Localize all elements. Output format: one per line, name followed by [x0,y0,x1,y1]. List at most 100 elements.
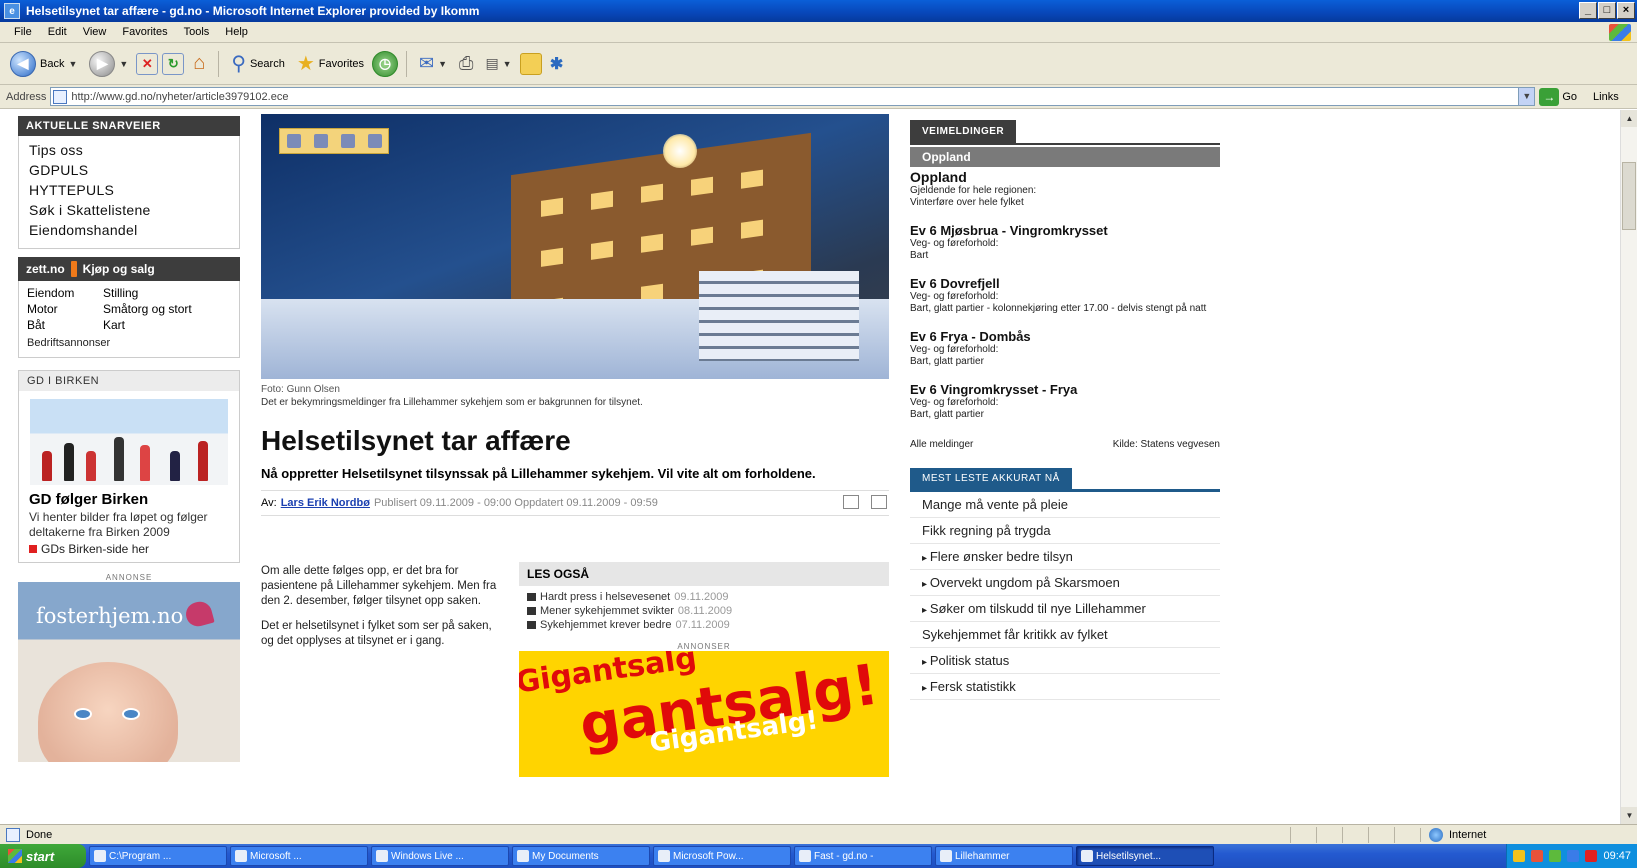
stairs [699,271,859,361]
vertical-scrollbar[interactable]: ▲ ▼ [1620,110,1637,824]
edit-button[interactable]: ▤ ▼ [481,53,515,74]
zett-link[interactable]: Motor [27,301,103,317]
news-link[interactable]: Politisk status [910,648,1220,674]
gd-birken-text: Vi henter bilder fra løpet og følger del… [29,510,208,539]
ie-icon [799,850,811,862]
email-article-icon[interactable] [843,495,859,509]
mail-icon: ✉ [419,53,435,73]
tray-icon[interactable] [1585,850,1598,862]
app-icon [658,850,670,862]
scroll-up-icon[interactable]: ▲ [1621,110,1637,127]
gd-birken-box: GD I BIRKEN GD følger Birken Vi henter b… [18,370,240,563]
menu-edit[interactable]: Edit [40,26,75,38]
favorites-button[interactable]: ★ Favorites [293,49,368,78]
system-tray: 09:47 [1506,844,1637,868]
links-button[interactable]: Links [1593,91,1619,103]
gd-birken-link[interactable]: GDs Birken-side her [19,542,239,556]
folder-icon[interactable] [519,52,542,75]
maximize-button[interactable]: □ [1598,2,1616,19]
quick-link[interactable]: Tips oss [29,140,229,160]
menu-view[interactable]: View [75,26,115,38]
taskbar-button[interactable]: My Documents [512,846,650,866]
scroll-thumb[interactable] [1622,162,1636,230]
scroll-down-icon[interactable]: ▼ [1621,807,1637,824]
tray-icon[interactable] [1513,850,1526,862]
chevron-down-icon[interactable]: ▼ [1518,88,1535,105]
news-link[interactable]: Flere ønsker bedre tilsyn [910,544,1220,570]
app-icon [94,850,106,862]
tab-underline [910,143,1220,145]
refresh-icon[interactable]: ↻ [162,52,185,75]
fosterhjem-ad[interactable]: fosterhjem.no [18,582,240,762]
news-link[interactable]: Fikk regning på trygda [910,518,1220,544]
start-button[interactable]: start [0,844,86,868]
save-icon[interactable] [286,134,301,148]
read-also-link[interactable]: Sykehjemmet krever bedre 07.11.2009 [519,618,889,632]
gd-birken-title[interactable]: GD følger Birken [19,491,239,508]
zett-logo[interactable]: zett.no [26,262,65,276]
news-link[interactable]: Mange må vente på pleie [910,492,1220,518]
quick-link[interactable]: Eiendomshandel [29,220,229,240]
quick-link[interactable]: Søk i Skattelistene [29,200,229,220]
read-also-link[interactable]: Hardt press i helsevesenet 09.11.2009 [519,590,889,604]
news-link[interactable]: Fersk statistikk [910,674,1220,700]
taskbar-button[interactable]: Microsoft ... [230,846,368,866]
forward-arrow-icon: ▶ [89,50,116,77]
share-icon[interactable] [340,134,355,148]
address-bar: Address http://www.gd.no/nyheter/article… [0,85,1637,109]
zett-link[interactable]: Småtorg og stort [103,301,231,317]
mail-button[interactable]: ✉ ▼ [415,51,451,76]
security-zone: Internet [1420,827,1486,842]
search-button[interactable]: ⚲ Search [227,49,289,78]
address-input[interactable]: http://www.gd.no/nyheter/article3979102.… [50,87,1536,106]
gd-birken-photo[interactable] [30,399,228,485]
road-reports-tab[interactable]: VEIMELDINGER [910,120,1017,143]
tray-icon[interactable] [1549,850,1562,862]
zett-link[interactable]: Stilling [103,285,231,301]
taskbar-button-active[interactable]: Helsetilsynet... [1076,846,1214,866]
chevron-down-icon: ▼ [119,58,129,69]
research-icon[interactable]: ✱ [546,53,568,75]
print-article-icon[interactable] [871,495,887,509]
gigantsalg-ad[interactable]: Gigantsalg gantsalg! Gigantsalg! [519,651,889,777]
quick-link[interactable]: HYTTEPULS [29,180,229,200]
news-link[interactable]: Overvekt ungdom på Skarsmoen [910,570,1220,596]
taskbar-button[interactable]: Windows Live ... [371,846,509,866]
road-title: Ev 6 Fryа - Dombås [910,329,1031,344]
taskbar-button[interactable]: Fast - gd.no - [794,846,932,866]
fosterhjem-logo: fosterhjem.no [36,604,184,628]
menu-tools[interactable]: Tools [176,26,218,38]
forward-button[interactable]: ▶ ▼ [85,49,132,79]
print-button[interactable]: ⎙ [455,51,477,76]
zett-bottom-link[interactable]: Bedriftsannonser [19,333,239,357]
news-link[interactable]: Sykehjemmet får kritikk av fylket [910,622,1220,648]
tray-icon[interactable] [1567,850,1580,862]
taskbar-button[interactable]: C:\Program ... [89,846,227,866]
ie-icon: e [4,3,20,19]
region-tab[interactable]: Oppland [910,147,1220,167]
taskbar-button[interactable]: Lillehammer [935,846,1073,866]
author-link[interactable]: Lars Erik Nordbø [281,497,370,509]
zett-link[interactable]: Båt [27,317,103,333]
mail-icon[interactable] [367,134,382,148]
minimize-button[interactable]: _ [1579,2,1597,19]
menu-favorites[interactable]: Favorites [114,26,175,38]
news-link[interactable]: Søker om tilskudd til nye Lillehammer [910,596,1220,622]
print-icon[interactable] [313,134,328,148]
home-icon[interactable]: ⌂ [188,52,210,75]
taskbar-button[interactable]: Microsoft Pow... [653,846,791,866]
zett-link[interactable]: Kart [103,317,231,333]
menu-help[interactable]: Help [217,26,256,38]
history-icon[interactable]: ◷ [372,50,399,77]
read-also-link[interactable]: Mener sykehjemmet svikter 08.11.2009 [519,604,889,618]
stop-icon[interactable]: ✕ [136,52,159,75]
tray-icon[interactable] [1531,850,1544,862]
article-photo[interactable] [261,114,889,379]
menu-file[interactable]: File [6,26,40,38]
go-button[interactable]: → Go [1539,87,1577,106]
zett-link[interactable]: Eiendom [27,285,103,301]
quick-link[interactable]: GDPULS [29,160,229,180]
close-button[interactable]: × [1617,2,1635,19]
all-reports-link[interactable]: Alle meldinger [910,439,973,450]
back-button[interactable]: ◀ Back ▼ [6,49,81,79]
